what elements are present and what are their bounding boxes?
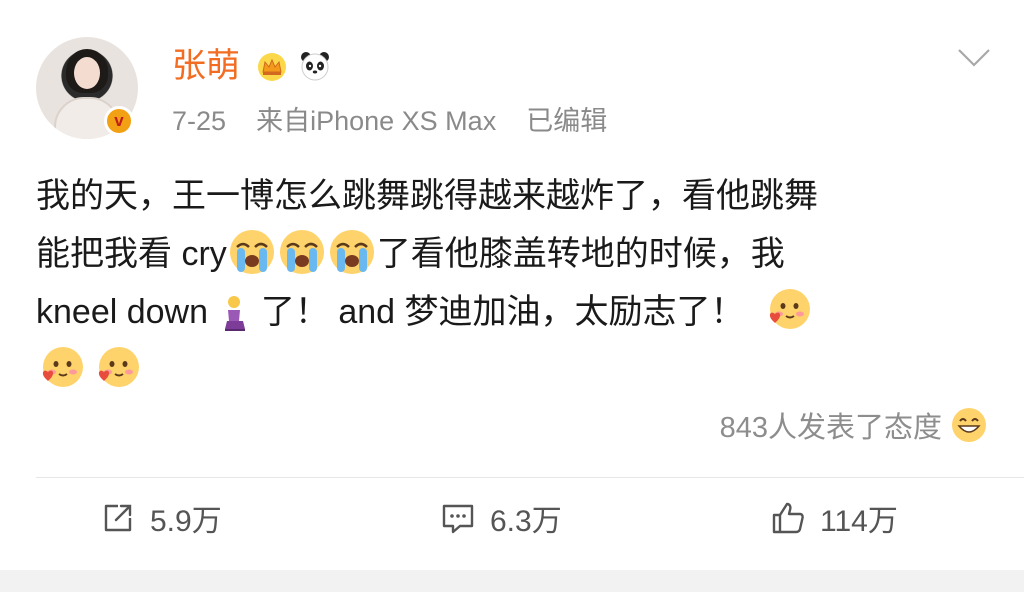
thumbs-up-icon (772, 502, 804, 534)
avatar-face (74, 57, 100, 89)
loudly-crying-emoji-icon (279, 230, 324, 274)
feed-separator (0, 570, 1024, 592)
grinning-emoji-icon (952, 408, 986, 442)
like-button[interactable]: 114万 (770, 496, 898, 540)
comment-icon (442, 504, 474, 534)
content-text: 了！ and 梦迪加油，太励志了！ (251, 293, 745, 331)
content-line (36, 341, 996, 399)
share-icon (104, 504, 132, 532)
repost-button[interactable]: 5.9万 (100, 496, 222, 540)
content-text: 了看他膝盖转地的时候，我 (376, 235, 785, 273)
content-text: 我的天，王一博怎么跳舞跳得越来越炸了，看他跳舞 (36, 177, 818, 215)
blushing-heart-emoji-icon (42, 347, 83, 387)
like-count: 114万 (820, 505, 898, 538)
kneeling-woman-emoji-icon (225, 296, 246, 331)
content-line: 能把我看 cry 了看他膝盖转地的时候，我 (36, 225, 996, 283)
loudly-crying-emoji-icon (229, 230, 274, 274)
post-meta: 7-25 来自iPhone XS Max 已编辑 (172, 104, 607, 138)
repost-count: 5.9万 (150, 505, 222, 538)
chevron-down-icon[interactable] (957, 46, 991, 70)
panda-icon (301, 52, 329, 81)
username[interactable]: 张萌 (172, 46, 240, 86)
verified-badge-icon: v (104, 106, 134, 136)
content-text: 能把我看 cry (36, 235, 227, 273)
loudly-crying-emoji-icon (329, 230, 374, 274)
comment-count: 6.3万 (490, 505, 562, 538)
comment-button[interactable]: 6.3万 (440, 496, 562, 540)
blushing-heart-emoji-icon (98, 347, 139, 387)
weibo-post: v 张萌 7-25 来自iPhone XS Max 已编辑 我的天，王一博怎么跳… (0, 0, 1024, 570)
reactions-count-text: 843人发表了态度 (719, 412, 942, 444)
post-content: 我的天，王一博怎么跳舞跳得越来越炸了，看他跳舞 能把我看 cry 了看他膝盖转地… (36, 167, 996, 399)
blushing-heart-emoji-icon (769, 289, 810, 329)
content-text: kneel down (36, 293, 218, 331)
post-time: 7-25 (172, 106, 227, 136)
reactions-summary[interactable]: 843人发表了态度 (720, 404, 988, 446)
edited-label[interactable]: 已编辑 (526, 106, 607, 136)
action-bar: 5.9万 6.3万 114万 (0, 490, 1024, 552)
content-line: 我的天，王一博怎么跳舞跳得越来越炸了，看他跳舞 (36, 167, 996, 225)
content-line: kneel down 了！ and 梦迪加油，太励志了！ (36, 283, 996, 341)
crown-icon (258, 53, 286, 81)
divider (36, 477, 1024, 478)
post-source[interactable]: 来自iPhone XS Max (256, 106, 496, 136)
